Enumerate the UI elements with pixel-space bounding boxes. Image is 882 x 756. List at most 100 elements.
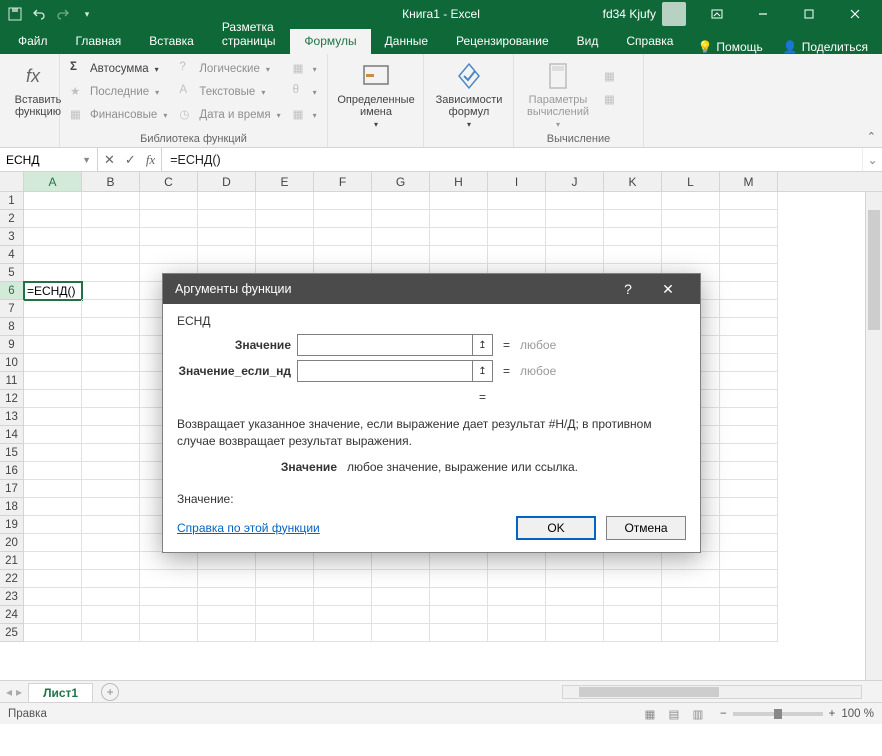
- row-header-20[interactable]: 20: [0, 534, 24, 552]
- cell-C23[interactable]: [140, 588, 198, 606]
- cell-E23[interactable]: [256, 588, 314, 606]
- cell-A20[interactable]: [24, 534, 82, 552]
- cell-F2[interactable]: [314, 210, 372, 228]
- cell-G2[interactable]: [372, 210, 430, 228]
- cell-B15[interactable]: [82, 444, 140, 462]
- cell-E22[interactable]: [256, 570, 314, 588]
- close-button[interactable]: [832, 0, 878, 28]
- cell-F23[interactable]: [314, 588, 372, 606]
- sheet-nav-next-icon[interactable]: ▸: [16, 685, 22, 699]
- cell-G1[interactable]: [372, 192, 430, 210]
- column-header-B[interactable]: B: [82, 172, 140, 191]
- calc-now-button[interactable]: ▦: [600, 66, 624, 88]
- tell-me-button[interactable]: 💡Помощь: [687, 40, 772, 54]
- cell-A17[interactable]: [24, 480, 82, 498]
- cell-I25[interactable]: [488, 624, 546, 642]
- cell-E25[interactable]: [256, 624, 314, 642]
- cell-L3[interactable]: [662, 228, 720, 246]
- more-functions-button[interactable]: ▦▾: [289, 104, 321, 126]
- row-header-23[interactable]: 23: [0, 588, 24, 606]
- cell-M20[interactable]: [720, 534, 778, 552]
- cell-A25[interactable]: [24, 624, 82, 642]
- column-header-K[interactable]: K: [604, 172, 662, 191]
- cell-A6[interactable]: =ЕСНД(): [24, 282, 82, 300]
- cell-L25[interactable]: [662, 624, 720, 642]
- cell-E4[interactable]: [256, 246, 314, 264]
- cell-K1[interactable]: [604, 192, 662, 210]
- ok-button[interactable]: OK: [516, 516, 596, 540]
- ribbon-options-icon[interactable]: [694, 0, 740, 28]
- row-header-14[interactable]: 14: [0, 426, 24, 444]
- undo-icon[interactable]: [28, 3, 50, 25]
- page-layout-view-icon[interactable]: ▤: [662, 704, 686, 724]
- zoom-out-button[interactable]: −: [720, 708, 727, 720]
- row-header-7[interactable]: 7: [0, 300, 24, 318]
- column-header-A[interactable]: A: [24, 172, 82, 191]
- cell-A22[interactable]: [24, 570, 82, 588]
- cell-M9[interactable]: [720, 336, 778, 354]
- cell-A13[interactable]: [24, 408, 82, 426]
- row-header-22[interactable]: 22: [0, 570, 24, 588]
- cell-E1[interactable]: [256, 192, 314, 210]
- cell-A8[interactable]: [24, 318, 82, 336]
- cell-B6[interactable]: [82, 282, 140, 300]
- column-header-J[interactable]: J: [546, 172, 604, 191]
- cell-A7[interactable]: [24, 300, 82, 318]
- cell-M4[interactable]: [720, 246, 778, 264]
- row-header-24[interactable]: 24: [0, 606, 24, 624]
- calc-sheet-button[interactable]: ▦: [600, 89, 624, 111]
- row-header-15[interactable]: 15: [0, 444, 24, 462]
- cell-M25[interactable]: [720, 624, 778, 642]
- recent-functions-button[interactable]: ★Последние▾: [66, 81, 171, 103]
- cell-F1[interactable]: [314, 192, 372, 210]
- tab-home[interactable]: Главная: [62, 29, 136, 54]
- row-header-17[interactable]: 17: [0, 480, 24, 498]
- cell-G23[interactable]: [372, 588, 430, 606]
- row-header-16[interactable]: 16: [0, 462, 24, 480]
- cell-L21[interactable]: [662, 552, 720, 570]
- cell-I4[interactable]: [488, 246, 546, 264]
- vertical-scrollbar[interactable]: [865, 192, 882, 680]
- cell-H2[interactable]: [430, 210, 488, 228]
- cell-C2[interactable]: [140, 210, 198, 228]
- cell-I23[interactable]: [488, 588, 546, 606]
- column-header-L[interactable]: L: [662, 172, 720, 191]
- cell-C25[interactable]: [140, 624, 198, 642]
- cell-G24[interactable]: [372, 606, 430, 624]
- zoom-in-button[interactable]: +: [829, 708, 836, 720]
- cell-D3[interactable]: [198, 228, 256, 246]
- cell-B8[interactable]: [82, 318, 140, 336]
- sheet-tab-1[interactable]: Лист1: [28, 683, 93, 702]
- row-header-25[interactable]: 25: [0, 624, 24, 642]
- cell-J3[interactable]: [546, 228, 604, 246]
- cell-G21[interactable]: [372, 552, 430, 570]
- cell-M1[interactable]: [720, 192, 778, 210]
- cell-D2[interactable]: [198, 210, 256, 228]
- cell-E3[interactable]: [256, 228, 314, 246]
- normal-view-icon[interactable]: ▦: [638, 704, 662, 724]
- lookup-button[interactable]: ▦▾: [289, 58, 321, 80]
- cell-B21[interactable]: [82, 552, 140, 570]
- column-header-E[interactable]: E: [256, 172, 314, 191]
- zoom-slider[interactable]: [733, 712, 823, 716]
- cell-I2[interactable]: [488, 210, 546, 228]
- cell-A18[interactable]: [24, 498, 82, 516]
- row-header-5[interactable]: 5: [0, 264, 24, 282]
- cell-L2[interactable]: [662, 210, 720, 228]
- name-box[interactable]: ЕСНД ▼: [0, 148, 98, 171]
- cell-M23[interactable]: [720, 588, 778, 606]
- cell-H1[interactable]: [430, 192, 488, 210]
- chevron-down-icon[interactable]: ▼: [82, 155, 91, 165]
- tab-review[interactable]: Рецензирование: [442, 29, 563, 54]
- row-header-11[interactable]: 11: [0, 372, 24, 390]
- collapse-ribbon-icon[interactable]: ⌃: [867, 130, 876, 143]
- cell-B20[interactable]: [82, 534, 140, 552]
- cell-G3[interactable]: [372, 228, 430, 246]
- cell-B22[interactable]: [82, 570, 140, 588]
- cell-B11[interactable]: [82, 372, 140, 390]
- column-header-I[interactable]: I: [488, 172, 546, 191]
- cell-B7[interactable]: [82, 300, 140, 318]
- cell-K21[interactable]: [604, 552, 662, 570]
- cell-C4[interactable]: [140, 246, 198, 264]
- row-header-1[interactable]: 1: [0, 192, 24, 210]
